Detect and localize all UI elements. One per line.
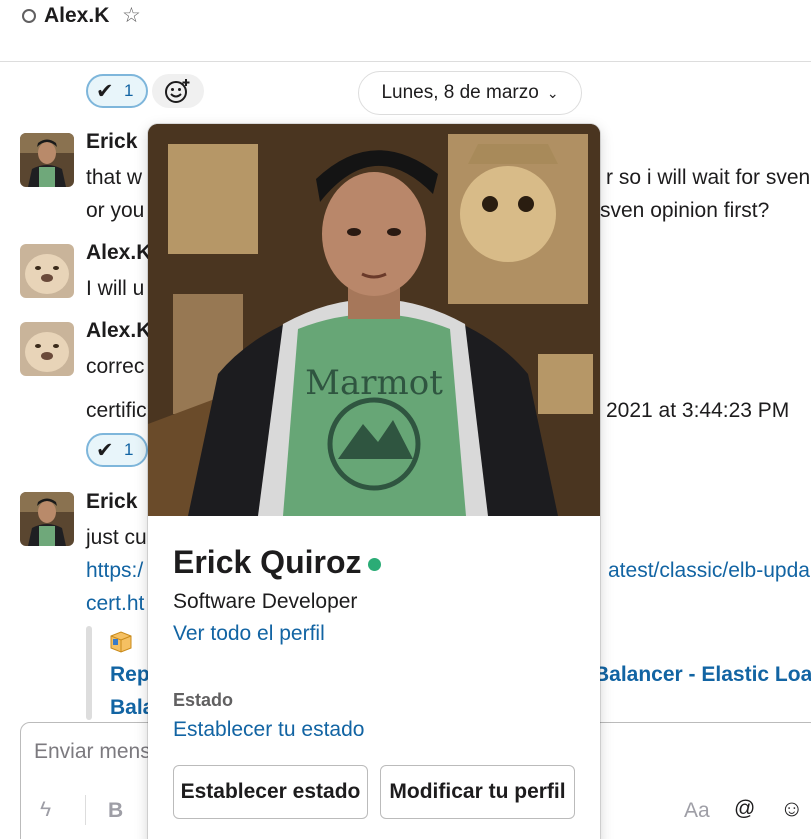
reaction-pill[interactable]: ✔ 1 xyxy=(86,433,148,467)
message-text: or you xyxy=(86,199,145,222)
attachment-title[interactable]: Rep xyxy=(110,663,150,687)
presence-away-icon xyxy=(22,9,36,23)
reaction-count: 1 xyxy=(124,440,134,459)
toolbar-divider xyxy=(85,795,86,825)
checkmark-icon: ✔ xyxy=(96,79,114,103)
message-sender[interactable]: Erick xyxy=(86,490,137,514)
composer-placeholder: Enviar mens xyxy=(34,740,151,763)
message-text: r so i will wait for sven xyxy=(606,166,811,189)
message-text: just cu xyxy=(86,526,147,549)
avatar[interactable] xyxy=(20,133,74,187)
message-link[interactable]: atest/classic/elb-upda xyxy=(608,559,810,583)
profile-title: Software Developer xyxy=(173,590,358,613)
chevron-down-icon: ⌄ xyxy=(546,84,559,101)
message-text: I will u xyxy=(86,277,145,300)
message-text: that w xyxy=(86,166,143,189)
date-divider-button[interactable]: Lunes, 8 de marzo ⌄ xyxy=(358,71,582,115)
mention-button[interactable]: @ xyxy=(734,797,755,821)
attachment-bar xyxy=(86,626,92,720)
message-sender[interactable]: Alex.K xyxy=(86,319,151,343)
profile-name: Erick Quiroz xyxy=(173,544,362,580)
bold-button[interactable]: B xyxy=(108,799,123,823)
attachment-title[interactable]: Balancer - Elastic Load xyxy=(594,663,811,687)
edit-profile-button[interactable]: Modificar tu perfil xyxy=(380,765,575,819)
avatar[interactable] xyxy=(20,492,74,546)
message-sender[interactable]: Erick xyxy=(86,130,137,154)
set-status-link[interactable]: Establecer tu estado xyxy=(173,718,364,742)
checkmark-icon: ✔ xyxy=(96,438,114,462)
avatar[interactable] xyxy=(20,244,74,298)
view-full-profile-link[interactable]: Ver todo el perfil xyxy=(173,622,325,646)
shirt-logo: Marmot xyxy=(305,363,443,403)
message-text: certific xyxy=(86,399,147,422)
emoji-button[interactable]: ☺ xyxy=(780,795,803,822)
add-reaction-button[interactable] xyxy=(152,74,204,108)
status-label: Estado xyxy=(173,690,234,710)
message-sender[interactable]: Alex.K xyxy=(86,241,151,265)
channel-header: Alex.K ☆ xyxy=(0,0,811,62)
add-emoji-icon xyxy=(165,79,190,103)
reaction-pill[interactable]: ✔ 1 xyxy=(86,74,148,108)
message-link[interactable]: https:/ xyxy=(86,559,143,583)
avatar[interactable] xyxy=(20,322,74,376)
message-timestamp: 2021 at 3:44:23 PM xyxy=(606,399,790,422)
date-label: Lunes, 8 de marzo xyxy=(381,82,539,103)
presence-active-icon xyxy=(368,558,381,571)
shortcuts-icon[interactable]: ϟ xyxy=(40,798,51,822)
star-icon[interactable]: ☆ xyxy=(122,3,141,28)
formatting-toggle[interactable]: Aa xyxy=(684,799,710,823)
message-text: correc xyxy=(86,355,145,378)
message-link[interactable]: cert.ht xyxy=(86,592,144,616)
aws-docs-icon xyxy=(110,631,132,653)
set-status-button[interactable]: Establecer estado xyxy=(173,765,368,819)
reaction-count: 1 xyxy=(124,81,134,100)
channel-title[interactable]: Alex.K xyxy=(44,4,109,28)
profile-photo: Marmot xyxy=(148,124,600,516)
message-text: sven opinion first? xyxy=(600,199,770,222)
profile-popover: Marmot Erick Quiroz Software Developer V… xyxy=(148,124,600,839)
